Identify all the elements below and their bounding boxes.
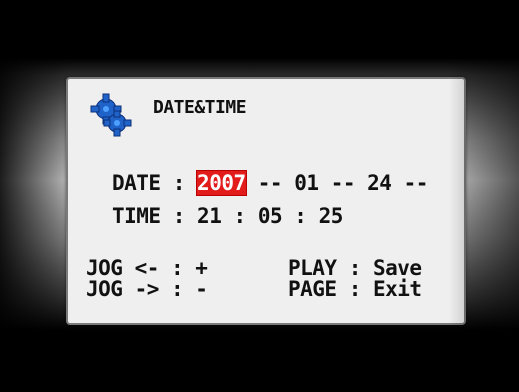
tv-screen: DATE&TIME DATE : 2007 -- 01 -- 24 -- TIM… xyxy=(0,0,519,392)
help-jog-right: JOG -> : - xyxy=(86,277,208,301)
time-separator: : xyxy=(233,204,247,228)
date-separator: -- xyxy=(257,171,283,195)
gear-icon xyxy=(90,93,132,137)
time-separator: : xyxy=(294,204,307,228)
date-day-field[interactable]: 24 xyxy=(367,171,392,195)
date-time-dialog: DATE&TIME DATE : 2007 -- 01 -- 24 -- TIM… xyxy=(66,77,466,325)
time-row: TIME : 21 : 05 : 25 xyxy=(112,204,343,228)
date-colon: : xyxy=(172,171,186,195)
time-label: TIME xyxy=(112,204,161,228)
time-second-field[interactable]: 25 xyxy=(319,204,344,228)
date-label: DATE xyxy=(112,171,161,195)
date-month-field[interactable]: 01 xyxy=(294,171,319,195)
help-page-exit: PAGE : Exit xyxy=(288,277,422,301)
date-separator: -- xyxy=(403,171,429,195)
dialog-title: DATE&TIME xyxy=(153,97,247,118)
time-hour-field[interactable]: 21 xyxy=(197,204,222,228)
time-minute-field[interactable]: 05 xyxy=(258,204,283,228)
time-colon: : xyxy=(172,204,186,228)
date-year-field[interactable]: 2007 xyxy=(196,170,247,196)
date-row: DATE : 2007 -- 01 -- 24 -- xyxy=(112,170,429,196)
date-separator: -- xyxy=(330,171,356,195)
